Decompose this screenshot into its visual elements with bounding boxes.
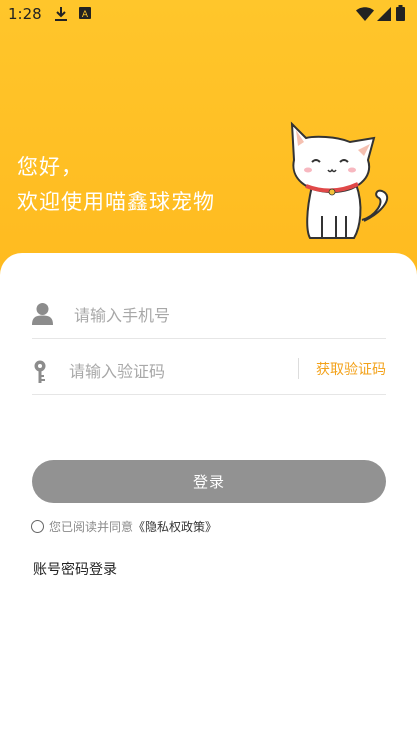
code-input[interactable] xyxy=(69,362,289,381)
login-card: 获取验证码 登录 您已阅读并同意 《隐私权政策》 账号密码登录 xyxy=(0,253,417,743)
phone-field xyxy=(32,290,386,339)
code-field: 获取验证码 xyxy=(32,346,386,395)
login-button[interactable]: 登录 xyxy=(32,460,386,503)
privacy-policy-link[interactable]: 《隐私权政策》 xyxy=(133,518,217,535)
download-icon xyxy=(54,6,68,26)
wifi-icon xyxy=(356,7,374,25)
agree-radio[interactable] xyxy=(31,520,44,533)
text-a-icon: A xyxy=(78,6,92,24)
key-icon xyxy=(34,360,46,388)
get-code-button[interactable]: 获取验证码 xyxy=(316,359,386,379)
code-divider xyxy=(298,358,299,379)
battery-icon xyxy=(396,5,405,25)
svg-text:A: A xyxy=(82,10,89,20)
password-login-link[interactable]: 账号密码登录 xyxy=(33,559,117,579)
greeting-line1: 您好， xyxy=(17,155,83,179)
status-bar: 1:28 A xyxy=(0,0,417,30)
agreement-text: 您已阅读并同意 xyxy=(49,520,134,534)
agreement-row: 您已阅读并同意 《隐私权政策》 xyxy=(31,518,217,535)
status-time: 1:28 xyxy=(8,5,42,23)
user-icon xyxy=(32,303,53,329)
phone-input[interactable] xyxy=(74,306,374,325)
greeting: 您好， 欢迎使用喵鑫球宠物 xyxy=(17,150,215,220)
cat-mascot-illustration xyxy=(284,116,396,246)
signal-icon xyxy=(377,7,391,25)
greeting-line2: 欢迎使用喵鑫球宠物 xyxy=(17,190,215,214)
